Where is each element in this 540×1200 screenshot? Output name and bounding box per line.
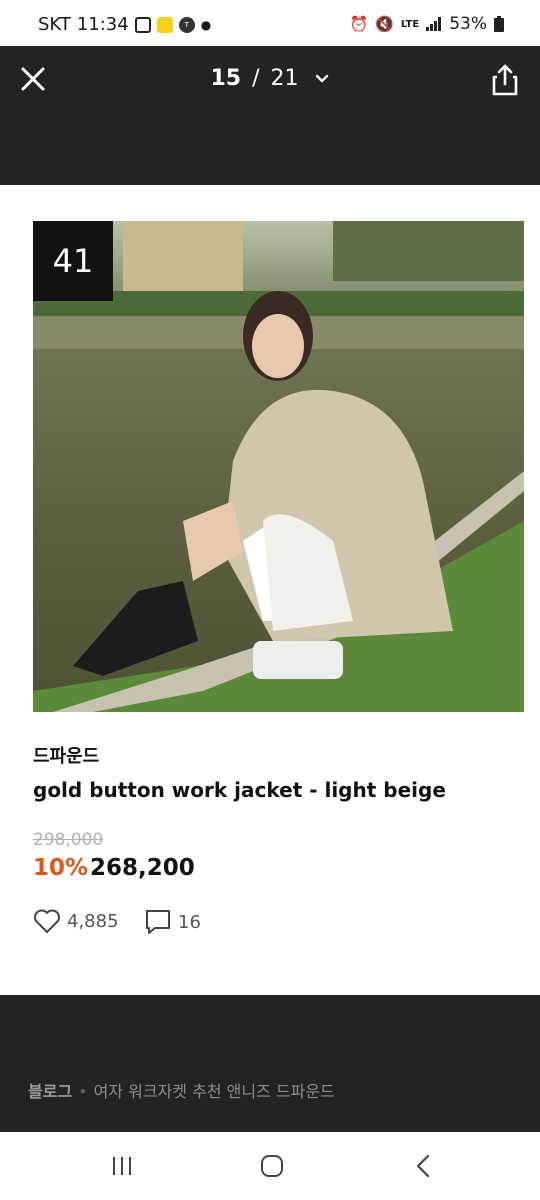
share-icon[interactable] xyxy=(488,62,522,98)
gallery-notification-icon xyxy=(134,16,151,33)
talk-notification-icon: T xyxy=(178,16,195,33)
system-nav-bar xyxy=(0,1132,540,1200)
clock: 11:34 xyxy=(76,14,129,35)
status-left: SKT 11:34 T ● xyxy=(38,14,211,35)
like-count: 4,885 xyxy=(67,910,119,932)
source-label: 블로그 xyxy=(28,1082,73,1101)
discount-rate: 10% xyxy=(33,855,89,881)
chevron-down-icon xyxy=(315,74,328,83)
product-name[interactable]: gold button work jacket - light beige xyxy=(33,778,446,802)
page-separator: / xyxy=(252,66,260,91)
alarm-icon: ⏰ xyxy=(349,15,369,33)
more-notifications-icon: ● xyxy=(200,17,212,32)
status-right: ⏰ 🔇 LTE 53% xyxy=(349,14,504,34)
heart-icon xyxy=(34,909,60,934)
total-pages: 21 xyxy=(270,66,299,91)
page-indicator[interactable]: 15 / 21 xyxy=(0,66,540,91)
comment-icon xyxy=(146,910,170,934)
source-footer[interactable]: 블로그 • 여자 워크자켓 추천 앤니즈 드파운드 xyxy=(0,995,540,1132)
status-bar: SKT 11:34 T ● ⏰ 🔇 LTE 53% xyxy=(0,0,540,46)
viewer-header: 15 / 21 xyxy=(0,46,540,185)
home-icon[interactable] xyxy=(256,1150,288,1182)
comment-count: 16 xyxy=(178,911,201,933)
comments[interactable]: 16 xyxy=(144,908,201,936)
battery-icon xyxy=(494,16,504,32)
brand-name[interactable]: 드파운드 xyxy=(33,742,99,768)
original-price: 298,000 xyxy=(33,830,104,850)
source-line[interactable]: 블로그 • 여자 워크자켓 추천 앤니즈 드파운드 xyxy=(28,1078,335,1102)
product-photo[interactable]: 41 xyxy=(33,221,524,712)
current-page: 15 xyxy=(210,66,242,91)
image-number-badge: 41 xyxy=(33,221,113,301)
network-type: LTE xyxy=(400,18,420,30)
likes[interactable]: 4,885 xyxy=(33,908,119,934)
battery-level: 53% xyxy=(449,14,487,34)
kakao-notification-icon xyxy=(156,16,173,33)
post-title: 여자 워크자켓 추천 앤니즈 드파운드 xyxy=(93,1082,335,1101)
back-icon[interactable] xyxy=(408,1150,440,1182)
mute-icon: 🔇 xyxy=(375,15,394,33)
source-separator: • xyxy=(78,1082,88,1101)
sale-price: 268,200 xyxy=(90,855,195,881)
recent-apps-icon[interactable] xyxy=(106,1150,138,1182)
signal-icon xyxy=(426,17,442,31)
carrier: SKT xyxy=(38,14,71,35)
product-card[interactable]: 41 드파운드 gold button work jacket - light … xyxy=(0,185,540,995)
